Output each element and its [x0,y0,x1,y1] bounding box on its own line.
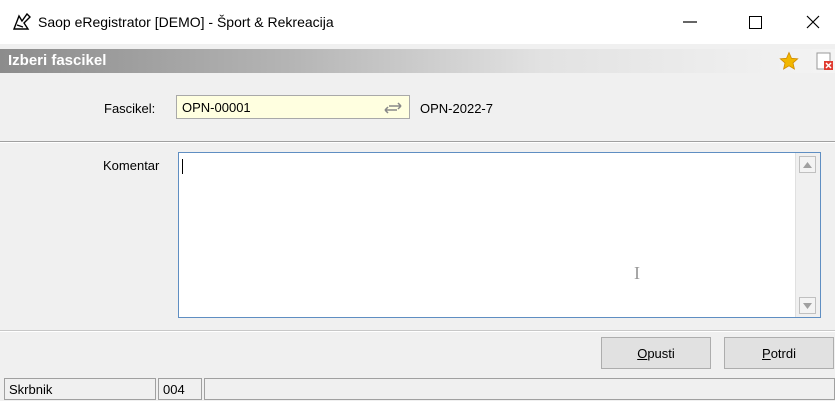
potrdi-accelerator: P [762,345,771,361]
separator [0,330,835,332]
opusti-button[interactable]: Opusti [601,337,711,369]
status-bar: Skrbnik 004 [0,376,835,401]
komentar-textarea[interactable]: I [178,152,821,318]
window-titlebar: Saop eRegistrator [DEMO] - Šport & Rekre… [0,0,835,44]
close-icon [806,15,820,29]
ibeam-cursor-icon: I [634,263,640,283]
scroll-down-button[interactable] [799,297,816,314]
potrdi-label: otrdi [770,345,796,361]
fascikel-input[interactable]: OPN-00001 [176,95,410,119]
status-code: 004 [163,382,185,397]
status-extra-cell [204,378,835,400]
opusti-label: pusti [647,345,675,361]
opusti-accelerator: O [637,345,648,361]
maximize-button[interactable] [741,12,769,32]
panel-title: Izberi fascikel [8,52,107,69]
status-label-cell: Skrbnik [4,378,156,400]
scroll-up-button[interactable] [799,156,816,173]
app-icon [12,13,31,30]
window-title: Saop eRegistrator [DEMO] - Šport & Rekre… [38,14,334,30]
minimize-icon [683,21,697,23]
fascikel-description: OPN-2022-7 [420,101,493,116]
separator [0,141,835,143]
status-label: Skrbnik [9,382,53,397]
text-caret [182,159,183,174]
star-icon[interactable] [779,51,799,71]
scroll-down-icon [803,302,812,309]
vertical-scrollbar[interactable] [795,153,820,317]
panel-header: Izberi fascikel [0,49,835,73]
potrdi-button[interactable]: Potrdi [724,337,834,369]
close-document-icon[interactable] [815,51,835,71]
maximize-icon [748,15,762,29]
minimize-button[interactable] [676,12,704,32]
swap-arrows-icon[interactable] [383,101,403,115]
komentar-label: Komentar [103,158,160,173]
scroll-up-icon [803,161,812,168]
fascikel-value: OPN-00001 [182,100,251,115]
status-code-cell: 004 [158,378,202,400]
close-button[interactable] [799,12,827,32]
fascikel-label: Fascikel: [104,101,156,116]
